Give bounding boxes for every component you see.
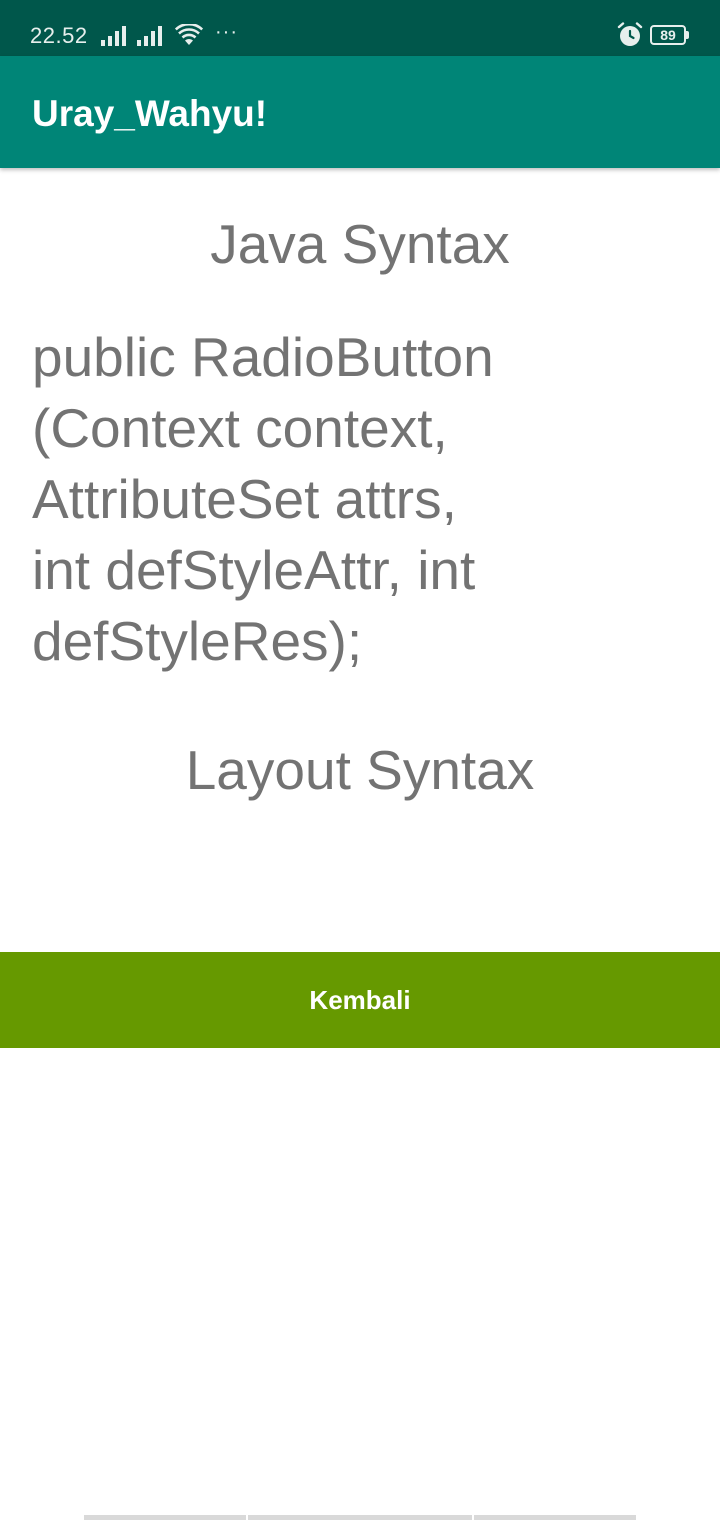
signal-icon bbox=[101, 26, 126, 46]
status-bar: 22.52 ··· 89 bbox=[0, 0, 720, 56]
gesture-bar-left[interactable] bbox=[84, 1515, 246, 1520]
alarm-icon bbox=[617, 22, 643, 46]
gesture-bar-home[interactable] bbox=[248, 1515, 472, 1520]
wifi-icon bbox=[175, 24, 203, 45]
battery-tip bbox=[686, 31, 689, 39]
app-bar: Uray_Wahyu! bbox=[0, 56, 720, 168]
java-syntax-code: public RadioButton (Context context, Att… bbox=[32, 326, 494, 672]
layout-syntax-heading: Layout Syntax bbox=[185, 739, 535, 801]
more-notifications-icon: ··· bbox=[215, 21, 238, 43]
signal-icon bbox=[137, 26, 162, 46]
app-title: Uray_Wahyu! bbox=[32, 93, 268, 134]
kembali-button[interactable]: Kembali bbox=[0, 952, 720, 1048]
status-time: 22.52 bbox=[30, 23, 88, 48]
java-syntax-heading: Java Syntax bbox=[210, 213, 510, 275]
battery-level: 89 bbox=[660, 27, 676, 43]
gesture-bar-right[interactable] bbox=[474, 1515, 636, 1520]
